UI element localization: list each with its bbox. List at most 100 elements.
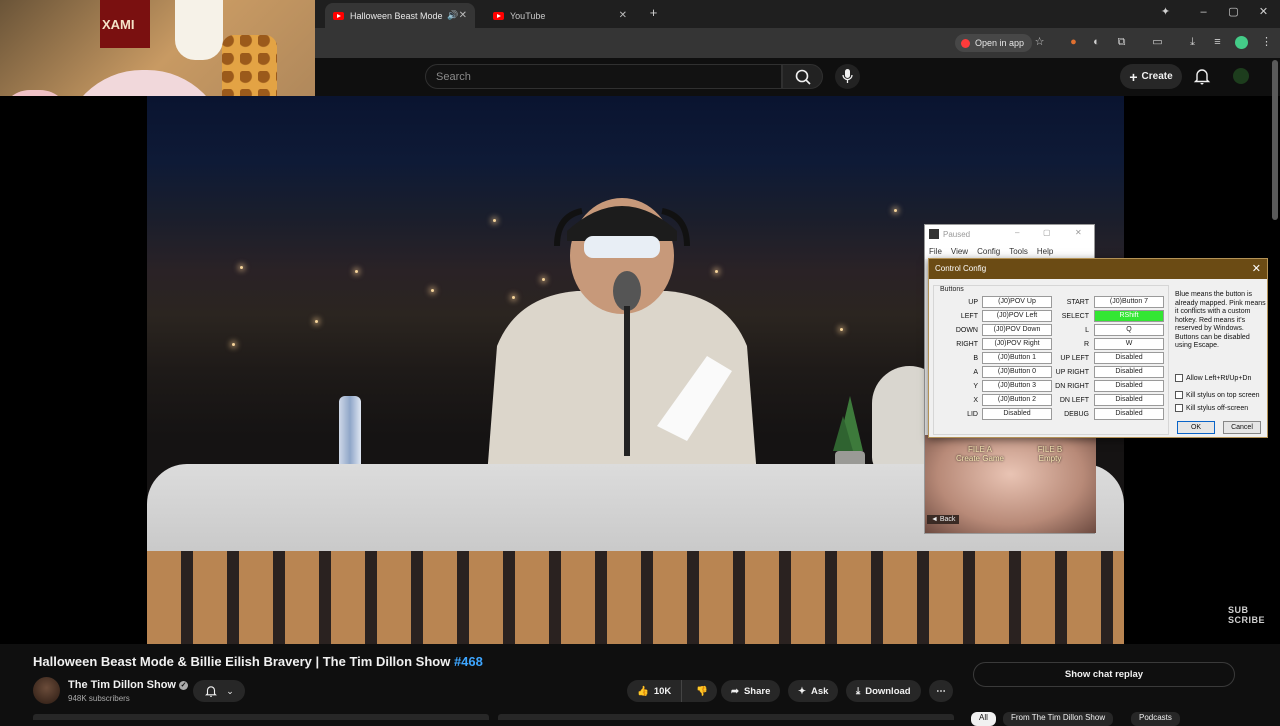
- key-binding-x[interactable]: (J0)Button 2: [982, 394, 1052, 406]
- more-actions-button[interactable]: ⋯: [929, 680, 953, 702]
- key-label: DEBUG: [1064, 411, 1089, 418]
- key-label: LEFT: [960, 313, 978, 320]
- notifications-button[interactable]: [1192, 66, 1212, 86]
- cast-icon[interactable]: ▭: [1151, 36, 1164, 49]
- cancel-button[interactable]: Cancel: [1223, 421, 1261, 434]
- search-input[interactable]: Search: [425, 64, 782, 89]
- close-icon[interactable]: ✕: [1075, 228, 1082, 237]
- like-button[interactable]: 👍 10K: [627, 680, 683, 702]
- tab-video[interactable]: Halloween Beast Mode & Billie 🔊 ✕: [325, 3, 475, 28]
- hashtag-link[interactable]: #468: [454, 654, 483, 669]
- emulator-game-screen[interactable]: FILE A Create Game FILE B Empty ◄ Back: [925, 435, 1096, 533]
- show-chat-replay-button[interactable]: Show chat replay: [973, 662, 1235, 687]
- key-binding-a[interactable]: (J0)Button 0: [982, 366, 1052, 378]
- new-tab-icon[interactable]: +: [647, 6, 660, 19]
- checkbox-box[interactable]: [1175, 404, 1183, 412]
- dislike-button[interactable]: 👎: [687, 686, 717, 697]
- close-window-icon[interactable]: ✕: [1257, 6, 1270, 19]
- create-button[interactable]: + Create: [1120, 64, 1182, 89]
- tab-youtube[interactable]: YouTube ✕: [485, 3, 635, 28]
- account-avatar[interactable]: [1233, 68, 1249, 84]
- youtube-header: Search + Create: [315, 58, 1280, 96]
- key-binding-start[interactable]: (J0)Button 7: [1094, 296, 1164, 308]
- profile-avatar-icon[interactable]: [1235, 36, 1248, 49]
- subscribe-watermark[interactable]: SUB SCRIBE: [1228, 605, 1265, 625]
- control-config-dialog[interactable]: Control Config ✕ Buttons UP (J0)POV Up L…: [928, 258, 1268, 438]
- key-binding-debug[interactable]: Disabled: [1094, 408, 1164, 420]
- close-icon[interactable]: ✕: [1252, 262, 1261, 275]
- reading-list-icon[interactable]: ≡: [1211, 36, 1224, 49]
- filter-chip-podcasts[interactable]: Podcasts: [1131, 712, 1180, 726]
- like-count: 10K: [653, 685, 672, 697]
- key-binding-r[interactable]: W: [1094, 338, 1164, 350]
- ok-button[interactable]: OK: [1177, 421, 1215, 434]
- comments-bar: [33, 714, 489, 720]
- key-binding-up-left[interactable]: Disabled: [1094, 352, 1164, 364]
- bell-icon: [1193, 69, 1211, 85]
- search-button[interactable]: [782, 64, 823, 89]
- ask-label: Ask: [810, 685, 829, 697]
- key-binding-dn-right[interactable]: Disabled: [1094, 380, 1164, 392]
- minimize-icon[interactable]: –: [1197, 6, 1210, 19]
- ask-button[interactable]: ✦ Ask: [788, 680, 839, 702]
- download-button[interactable]: ⤓ Download: [846, 680, 921, 702]
- key-binding-up-right[interactable]: Disabled: [1094, 366, 1164, 378]
- checkbox-allow-opposite[interactable]: Allow Left+Rt/Up+Dn: [1175, 374, 1251, 382]
- bookmark-star-icon[interactable]: ☆: [1033, 36, 1046, 49]
- city-light: [355, 270, 358, 273]
- key-binding-left[interactable]: (J0)POV Left: [982, 310, 1052, 322]
- filter-chip-all[interactable]: All: [971, 712, 996, 726]
- channel-avatar[interactable]: [33, 677, 60, 704]
- menu-kebab-icon[interactable]: ⋮: [1260, 36, 1273, 49]
- key-label: START: [1066, 299, 1089, 306]
- channel-name[interactable]: The Tim Dillon Show ✓: [68, 679, 189, 691]
- tab-title: YouTube: [510, 10, 546, 21]
- youtube-favicon-icon: [493, 11, 504, 20]
- key-label: R: [1083, 341, 1089, 348]
- extensions-puzzle-icon[interactable]: ⧉: [1115, 36, 1128, 49]
- voice-search-button[interactable]: [835, 64, 860, 89]
- key-binding-down[interactable]: (J0)POV Down: [982, 324, 1052, 336]
- key-label: Y: [973, 383, 978, 390]
- share-button[interactable]: ➦ Share: [721, 680, 781, 702]
- minimize-icon[interactable]: –: [1015, 228, 1019, 237]
- channel-name-text[interactable]: The Tim Dillon Show: [68, 679, 176, 691]
- youtube-favicon-icon: [333, 11, 344, 20]
- checkbox-box[interactable]: [1175, 391, 1183, 399]
- plus-icon: +: [1129, 68, 1138, 85]
- key-binding-select[interactable]: RShift: [1094, 310, 1164, 322]
- open-in-app-button[interactable]: Open in app: [955, 34, 1033, 52]
- checkbox-kill-stylus-top[interactable]: Kill stylus on top screen: [1175, 391, 1260, 399]
- download-icon[interactable]: ⤓: [1186, 36, 1199, 49]
- chevron-down-icon: ⌄: [226, 685, 234, 696]
- open-in-app-label: Open in app: [975, 38, 1025, 48]
- extension-icon[interactable]: ◐: [1090, 36, 1103, 49]
- subscription-bell-button[interactable]: ⌄: [193, 680, 245, 702]
- key-binding-b[interactable]: (J0)Button 1: [982, 352, 1052, 364]
- extension-icon[interactable]: ●: [1067, 36, 1080, 49]
- maximize-icon[interactable]: ▢: [1227, 6, 1240, 19]
- thumbs-down-icon: 👎: [696, 685, 709, 697]
- key-binding-up[interactable]: (J0)POV Up: [982, 296, 1052, 308]
- gemini-icon[interactable]: ✦: [1159, 6, 1172, 19]
- key-label: B: [973, 355, 978, 362]
- key-binding-y[interactable]: (J0)Button 3: [982, 380, 1052, 392]
- close-tab-icon[interactable]: ✕: [459, 10, 467, 21]
- filter-chip-channel[interactable]: From The Tim Dillon Show: [1003, 712, 1114, 726]
- page-scrollbar[interactable]: [1272, 60, 1278, 220]
- key-binding-dn-left[interactable]: Disabled: [1094, 394, 1164, 406]
- key-label: SELECT: [1061, 313, 1089, 320]
- more-horizontal-icon: ⋯: [936, 685, 946, 697]
- close-tab-icon[interactable]: ✕: [619, 10, 627, 21]
- checkbox-box[interactable]: [1175, 374, 1183, 382]
- back-button[interactable]: ◄ Back: [927, 515, 960, 524]
- key-label: X: [973, 397, 978, 404]
- key-binding-l[interactable]: Q: [1094, 324, 1164, 336]
- key-binding-right[interactable]: (J0)POV Right: [982, 338, 1052, 350]
- share-label: Share: [743, 685, 771, 697]
- maximize-icon[interactable]: ▢: [1043, 228, 1051, 237]
- checkbox-kill-stylus-off[interactable]: Kill stylus off-screen: [1175, 404, 1248, 412]
- emulator-title-bar: Paused – ▢ ✕: [925, 225, 1094, 245]
- key-label: LID: [967, 411, 978, 418]
- key-binding-lid[interactable]: Disabled: [982, 408, 1052, 420]
